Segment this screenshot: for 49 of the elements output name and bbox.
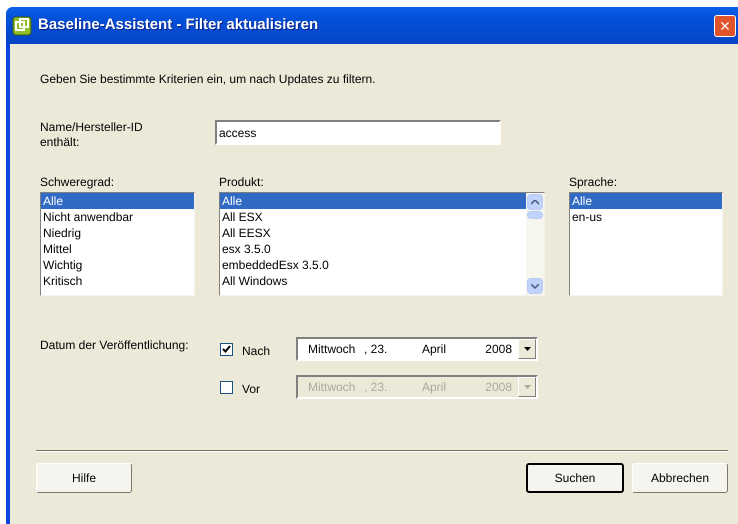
- list-item[interactable]: Niedrig: [41, 225, 194, 241]
- list-item[interactable]: All Windows: [220, 273, 526, 289]
- window-title: Baseline-Assistent - Filter aktualisieren: [38, 15, 318, 36]
- app-icon: [12, 16, 32, 36]
- list-item[interactable]: Mittel: [41, 241, 194, 257]
- list-box[interactable]: Alle All ESX All EESX esx 3.5.0 embeddedEsx 3.5.0 All Windows: [219, 192, 545, 296]
- checkbox-label: Nach: [242, 343, 272, 360]
- chevron-up-icon: [531, 200, 539, 204]
- date-segment[interactable]: 2008: [472, 340, 512, 358]
- close-button[interactable]: ×: [714, 14, 736, 36]
- scrollbar[interactable]: [526, 193, 544, 295]
- list-item[interactable]: All ESX: [220, 209, 526, 225]
- list-item[interactable]: Kritisch: [41, 273, 194, 289]
- caret-icon: [524, 347, 530, 351]
- instruction-text: Geben Sie bestimmte Kriterien ein, um nach Updates zu filtern.: [40, 71, 376, 86]
- list-box[interactable]: Alle en-us: [569, 192, 723, 296]
- list-item[interactable]: Wichtig: [41, 257, 194, 273]
- list-label: Sprache:: [569, 174, 618, 188]
- date-segment[interactable]: Mittwoch: [308, 340, 364, 358]
- scroll-down-button[interactable]: [527, 278, 543, 294]
- list-item[interactable]: esx 3.5.0: [220, 241, 526, 257]
- field-label: Datum der Veröffentlichung:: [40, 337, 190, 354]
- list-item[interactable]: Alle: [220, 193, 526, 209]
- dialog-button[interactable]: Suchen: [526, 463, 624, 493]
- list-label: Schweregrad:: [40, 174, 116, 188]
- checkbox[interactable]: [220, 380, 233, 394]
- list-item[interactable]: Alle: [41, 193, 194, 209]
- date-segment[interactable]: , 23.: [364, 340, 422, 358]
- date-picker[interactable]: Mittwoch , 23. April 2008: [296, 337, 538, 361]
- list-label: Produkt:: [219, 174, 265, 188]
- dialog-button[interactable]: Hilfe: [36, 463, 132, 493]
- list-item[interactable]: en-us: [570, 209, 722, 225]
- list-item[interactable]: embeddedEsx 3.5.0: [220, 257, 526, 273]
- list-item[interactable]: Alle: [570, 193, 722, 209]
- chevron-down-icon: [531, 284, 539, 288]
- field-label: Name/Hersteller-ID enthält:: [40, 120, 144, 150]
- checkmark-icon: [222, 345, 231, 353]
- list-item[interactable]: Nicht anwendbar: [41, 209, 194, 225]
- scroll-up-button[interactable]: [527, 194, 543, 210]
- checkbox[interactable]: [220, 342, 233, 356]
- caret-icon: [524, 385, 530, 389]
- name-input-field[interactable]: access: [215, 120, 501, 145]
- checkbox-label: Vor: [242, 381, 262, 398]
- dialog-button[interactable]: Abbrechen: [632, 463, 728, 493]
- scroll-thumb[interactable]: [527, 211, 543, 219]
- list-item[interactable]: All EESX: [220, 225, 526, 241]
- dropdown-button[interactable]: [518, 339, 536, 359]
- list-box[interactable]: Alle Nicht anwendbar Niedrig Mittel Wichtig Kritisch: [40, 192, 195, 296]
- date-segment[interactable]: April: [422, 340, 472, 358]
